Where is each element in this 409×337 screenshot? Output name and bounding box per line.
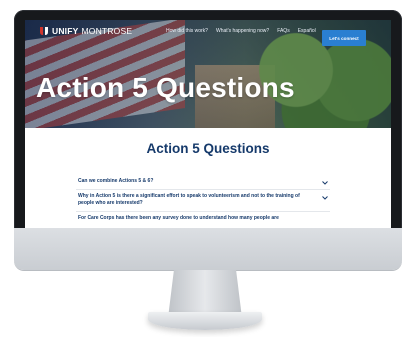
faq-item[interactable]: Can we combine Actions 5 & 6? <box>76 175 330 190</box>
chevron-down-icon <box>321 194 328 201</box>
monitor-stand-base <box>148 312 262 330</box>
monitor-chin <box>14 228 402 270</box>
faq-item[interactable]: For Care Corps has there been any survey… <box>76 212 330 225</box>
top-nav: UNIFY MONTROSE How did this work? What's … <box>25 20 391 46</box>
chevron-down-icon <box>321 179 328 186</box>
faq-question: For Care Corps has there been any survey… <box>78 215 279 221</box>
monitor-stand-neck <box>168 270 242 318</box>
nav-link-espanol[interactable]: Español <box>298 28 316 34</box>
unify-logo-icon <box>40 27 48 35</box>
section-title: Action 5 Questions <box>146 141 270 156</box>
faq-section: Action 5 Questions Can we combine Action… <box>25 128 391 228</box>
nav-link-how-did-this-work[interactable]: How did this work? <box>166 28 208 34</box>
logo-text-unify: UNIFY <box>52 26 79 36</box>
faq-question: Can we combine Actions 5 & 6? <box>78 178 154 184</box>
lets-connect-button[interactable]: Let's connect <box>322 30 366 46</box>
nav-links: How did this work? What's happening now?… <box>166 28 316 34</box>
faq-question: Why in Action 5 is there a significant e… <box>78 193 300 206</box>
faq-item[interactable]: Why in Action 5 is there a significant e… <box>76 190 330 212</box>
hero-banner: UNIFY MONTROSE How did this work? What's … <box>25 20 391 128</box>
nav-link-faqs[interactable]: FAQs <box>277 28 290 34</box>
faq-list: Can we combine Actions 5 & 6? Why in Act… <box>76 175 330 225</box>
desktop-monitor-mockup: UNIFY MONTROSE How did this work? What's … <box>0 0 409 337</box>
browser-screen: UNIFY MONTROSE How did this work? What's … <box>25 20 391 228</box>
nav-link-whats-happening-now[interactable]: What's happening now? <box>216 28 269 34</box>
hero-title: Action 5 Questions <box>36 72 295 103</box>
logo-text-montrose: MONTROSE <box>81 26 133 36</box>
site-logo[interactable]: UNIFY MONTROSE <box>39 26 132 36</box>
